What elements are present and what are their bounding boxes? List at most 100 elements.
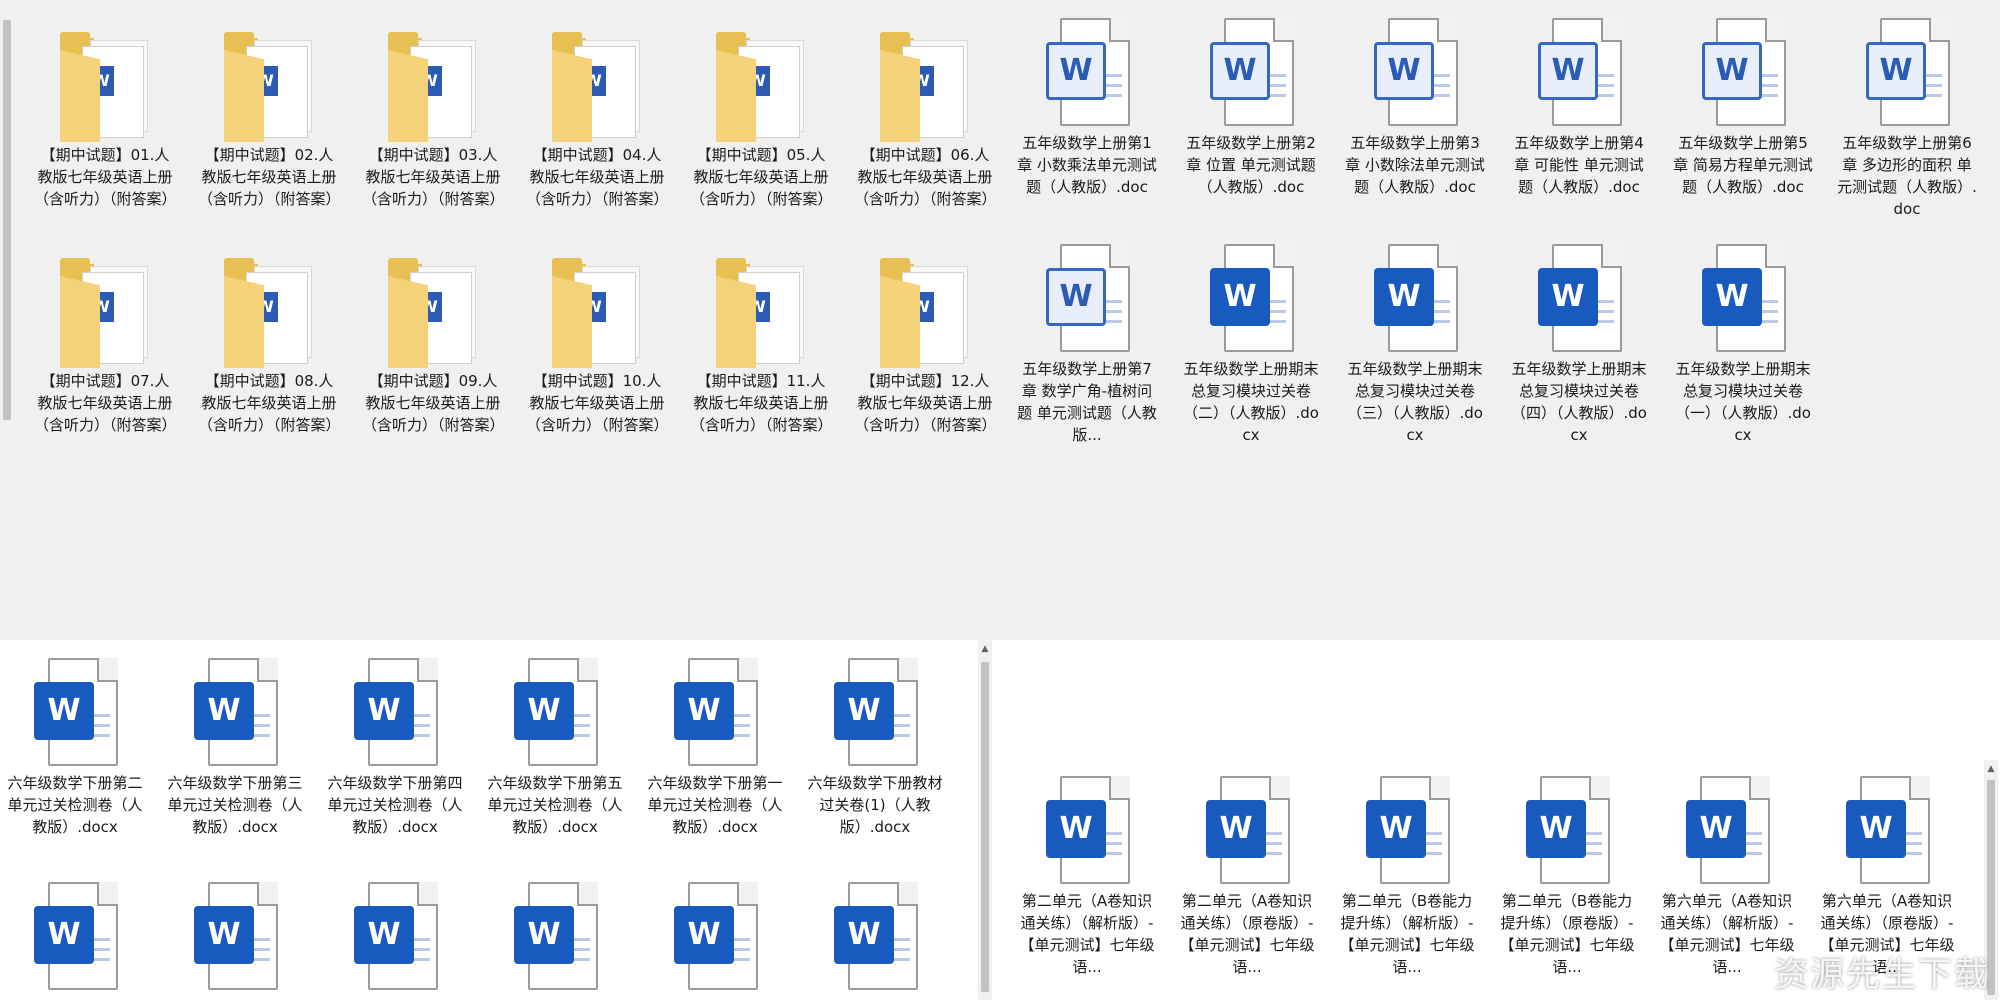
folder-icon: W <box>880 258 970 368</box>
file-name-label: 【期中试题】11.人教版七年级英语上册（含听力）（附答案） <box>690 372 833 434</box>
file-name-label: 【期中试题】10.人教版七年级英语上册（含听力）（附答案） <box>526 372 669 434</box>
file-item[interactable]: W <box>320 876 470 996</box>
folder-pane-top-left: W 【期中试题】01.人教版七年级英语上册（含听力）（附答案） W 【期中试题】02.… <box>0 0 1000 640</box>
file-item[interactable]: W 五年级数学上册第1章 小数乘法单元测试题（人教版）.doc <box>1012 12 1162 198</box>
file-name-label: 五年级数学上册期末总复习模块过关卷（三）（人教版）.docx <box>1347 360 1483 444</box>
folder-item[interactable]: W 【期中试题】03.人教版七年级英语上册（含听力）（附答案） <box>358 24 508 210</box>
file-item[interactable]: W 五年级数学上册期末总复习模块过关卷（四）（人教版）.docx <box>1504 238 1654 446</box>
file-item[interactable]: W <box>480 876 630 996</box>
word-doc-icon: W <box>1702 244 1786 352</box>
file-item[interactable]: W 六年级数学下册第三单元过关检测卷（人教版）.docx <box>160 652 310 838</box>
file-item[interactable]: W <box>640 876 790 996</box>
folder-icon: W <box>388 258 478 368</box>
folder-item[interactable]: W 【期中试题】11.人教版七年级英语上册（含听力）（附答案） <box>686 250 836 436</box>
file-name-label: 六年级数学下册第二单元过关检测卷（人教版）.docx <box>7 774 143 836</box>
folder-icon: W <box>224 258 314 368</box>
file-name-label: 【期中试题】01.人教版七年级英语上册（含听力）（附答案） <box>34 146 177 208</box>
file-item[interactable]: W <box>800 876 950 996</box>
word-doc-icon: W <box>1206 776 1290 884</box>
watermark-text: 资源先生下载 <box>1774 955 1990 995</box>
word-doc-icon: W <box>1526 776 1610 884</box>
file-name-label: 六年级数学下册教材过关卷(1)（人教版）.docx <box>807 774 943 836</box>
file-name-label: 第二单元（A卷知识通关练）（解析版）-【单元测试】七年级语... <box>1019 892 1155 976</box>
file-name-label: 【期中试题】03.人教版七年级英语上册（含听力）（附答案） <box>362 146 505 208</box>
folder-item[interactable]: W 【期中试题】08.人教版七年级英语上册（含听力）（附答案） <box>194 250 344 436</box>
file-item[interactable]: W 五年级数学上册第4章 可能性 单元测试题（人教版）.doc <box>1504 12 1654 198</box>
folder-item[interactable]: W 【期中试题】04.人教版七年级英语上册（含听力）（附答案） <box>522 24 672 210</box>
folder-item[interactable]: W 【期中试题】01.人教版七年级英语上册（含听力）（附答案） <box>30 24 180 210</box>
file-name-label: 六年级数学下册第四单元过关检测卷（人教版）.docx <box>327 774 463 836</box>
file-name-label: 五年级数学上册第7章 数学广角-植树问题 单元测试题（人教版... <box>1017 360 1157 444</box>
file-item[interactable]: W 五年级数学上册期末总复习模块过关卷（三）（人教版）.docx <box>1340 238 1490 446</box>
word-doc-icon: W <box>1538 18 1622 126</box>
word-doc-icon: W <box>34 882 118 990</box>
scroll-up-arrow-icon[interactable]: ▲ <box>1984 762 1998 776</box>
file-item[interactable]: W 六年级数学下册教材过关卷(1)（人教版）.docx <box>800 652 950 838</box>
folder-item[interactable]: W 【期中试题】05.人教版七年级英语上册（含听力）（附答案） <box>686 24 836 210</box>
word-doc-icon: W <box>354 882 438 990</box>
file-item[interactable]: W 五年级数学上册第3章 小数除法单元测试题（人教版）.doc <box>1340 12 1490 198</box>
word-doc-icon: W <box>1374 244 1458 352</box>
file-item[interactable]: W 第二单元（B卷能力提升练）（解析版）-【单元测试】七年级语... <box>1332 770 1482 978</box>
file-item[interactable]: W 五年级数学上册期末总复习模块过关卷（一）（人教版）.docx <box>1668 238 1818 446</box>
scrollbar-left[interactable] <box>0 0 14 640</box>
word-doc-icon: W <box>1374 18 1458 126</box>
file-name-label: 五年级数学上册期末总复习模块过关卷（二）（人教版）.docx <box>1183 360 1319 444</box>
file-name-label: 六年级数学下册第五单元过关检测卷（人教版）.docx <box>487 774 623 836</box>
file-name-label: 【期中试题】06.人教版七年级英语上册（含听力）（附答案） <box>854 146 997 208</box>
folder-item[interactable]: W 【期中试题】06.人教版七年级英语上册（含听力）（附答案） <box>850 24 1000 210</box>
folder-icon: W <box>60 258 150 368</box>
word-doc-icon: W <box>1046 776 1130 884</box>
word-doc-icon: W <box>514 658 598 766</box>
folder-icon: W <box>388 32 478 142</box>
doc-pane-top-right: W 五年级数学上册第1章 小数乘法单元测试题（人教版）.doc W 五年级数学上册第2… <box>1000 0 2000 640</box>
file-item[interactable]: W 六年级数学下册第二单元过关检测卷（人教版）.docx <box>0 652 150 838</box>
file-item[interactable]: W 第二单元（A卷知识通关练）（原卷版）-【单元测试】七年级语... <box>1172 770 1322 978</box>
scrollbar-bottom-left[interactable]: ▲ <box>978 640 992 1000</box>
file-item[interactable]: W 六年级数学下册第五单元过关检测卷（人教版）.docx <box>480 652 630 838</box>
word-doc-icon: W <box>834 658 918 766</box>
folder-item[interactable]: W 【期中试题】12.人教版七年级英语上册（含听力）（附答案） <box>850 250 1000 436</box>
file-item[interactable]: W <box>160 876 310 996</box>
file-name-label: 第二单元（B卷能力提升练）（原卷版）-【单元测试】七年级语... <box>1499 892 1635 976</box>
scrollbar-thumb[interactable] <box>3 20 11 420</box>
file-item[interactable]: W 五年级数学上册期末总复习模块过关卷（二）（人教版）.docx <box>1176 238 1326 446</box>
file-item[interactable]: W 五年级数学上册第7章 数学广角-植树问题 单元测试题（人教版... <box>1012 238 1162 446</box>
folder-icon: W <box>880 32 970 142</box>
word-doc-icon: W <box>1210 18 1294 126</box>
word-doc-icon: W <box>1846 776 1930 884</box>
folder-icon: W <box>716 32 806 142</box>
file-name-label: 【期中试题】05.人教版七年级英语上册（含听力）（附答案） <box>690 146 833 208</box>
file-name-label: 五年级数学上册第6章 多边形的面积 单元测试题（人教版）.doc <box>1837 134 1977 218</box>
folder-icon: W <box>552 258 642 368</box>
scrollbar-thumb[interactable] <box>981 662 989 992</box>
word-doc-icon: W <box>1686 776 1770 884</box>
file-name-label: 五年级数学上册期末总复习模块过关卷（一）（人教版）.docx <box>1675 360 1811 444</box>
file-item[interactable]: W 五年级数学上册第5章 简易方程单元测试题（人教版）.doc <box>1668 12 1818 198</box>
file-name-label: 【期中试题】07.人教版七年级英语上册（含听力）（附答案） <box>34 372 177 434</box>
word-doc-icon: W <box>354 658 438 766</box>
file-name-label: 五年级数学上册第1章 小数乘法单元测试题（人教版）.doc <box>1017 134 1157 196</box>
file-name-label: 【期中试题】12.人教版七年级英语上册（含听力）（附答案） <box>854 372 997 434</box>
word-doc-icon: W <box>1702 18 1786 126</box>
file-name-label: 第二单元（B卷能力提升练）（解析版）-【单元测试】七年级语... <box>1339 892 1475 976</box>
file-item[interactable]: W <box>0 876 150 996</box>
file-name-label: 【期中试题】02.人教版七年级英语上册（含听力）（附答案） <box>198 146 341 208</box>
scroll-up-arrow-icon[interactable]: ▲ <box>978 642 992 656</box>
file-item[interactable]: W 六年级数学下册第一单元过关检测卷（人教版）.docx <box>640 652 790 838</box>
file-name-label: 【期中试题】04.人教版七年级英语上册（含听力）（附答案） <box>526 146 669 208</box>
folder-item[interactable]: W 【期中试题】09.人教版七年级英语上册（含听力）（附答案） <box>358 250 508 436</box>
file-item[interactable]: W 第二单元（A卷知识通关练）（解析版）-【单元测试】七年级语... <box>1012 770 1162 978</box>
word-doc-icon: W <box>834 882 918 990</box>
file-item[interactable]: W 第二单元（B卷能力提升练）（原卷版）-【单元测试】七年级语... <box>1492 770 1642 978</box>
folder-item[interactable]: W 【期中试题】07.人教版七年级英语上册（含听力）（附答案） <box>30 250 180 436</box>
doc-pane-bottom-left: ▲ W 六年级数学下册第二单元过关检测卷（人教版）.docx W 六年级数学下册第三单… <box>0 640 1000 1000</box>
word-doc-icon: W <box>194 658 278 766</box>
folder-item[interactable]: W 【期中试题】10.人教版七年级英语上册（含听力）（附答案） <box>522 250 672 436</box>
file-name-label: 第二单元（A卷知识通关练）（原卷版）-【单元测试】七年级语... <box>1179 892 1315 976</box>
word-doc-icon: W <box>1210 244 1294 352</box>
file-item[interactable]: W 五年级数学上册第2章 位置 单元测试题（人教版）.doc <box>1176 12 1326 198</box>
file-item[interactable]: W 六年级数学下册第四单元过关检测卷（人教版）.docx <box>320 652 470 838</box>
file-item[interactable]: W 五年级数学上册第6章 多边形的面积 单元测试题（人教版）.doc <box>1832 12 1982 220</box>
folder-item[interactable]: W 【期中试题】02.人教版七年级英语上册（含听力）（附答案） <box>194 24 344 210</box>
